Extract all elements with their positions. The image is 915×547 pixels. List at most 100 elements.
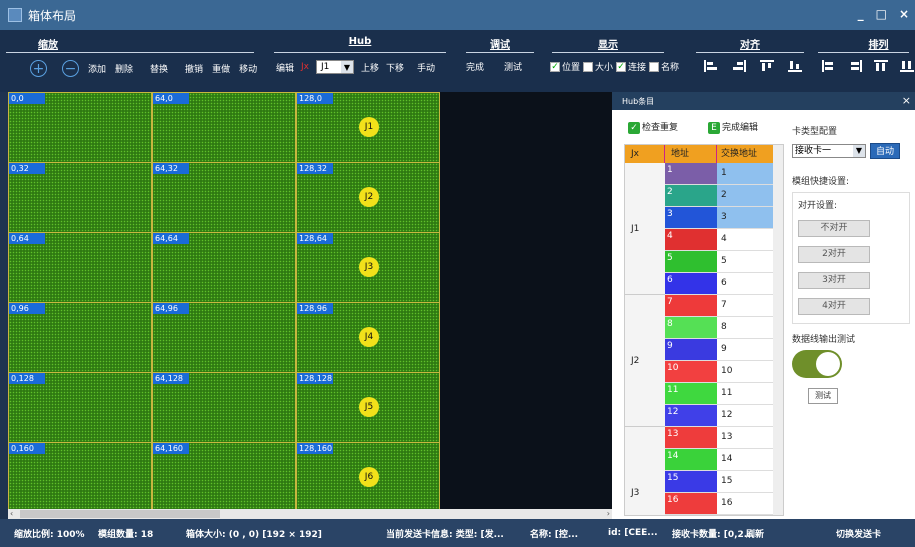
- move-down-button[interactable]: 下移: [386, 61, 404, 74]
- swap-address-cell[interactable]: 9: [717, 339, 773, 361]
- hub-port-marker[interactable]: J3: [359, 257, 379, 277]
- add-button[interactable]: 添加: [88, 62, 106, 75]
- scroll-left-icon[interactable]: ‹: [10, 509, 13, 518]
- address-cell[interactable]: 16: [665, 493, 717, 515]
- align-right-icon[interactable]: [732, 60, 746, 72]
- table-scrollbar[interactable]: [773, 145, 783, 515]
- cabinet[interactable]: 128,128 J5: [296, 372, 440, 444]
- cabinet[interactable]: 64,32: [152, 162, 296, 234]
- arrange-right-icon[interactable]: [848, 60, 862, 72]
- swap-address-cell[interactable]: 8: [717, 317, 773, 339]
- address-cell[interactable]: 12: [665, 405, 717, 427]
- manual-button[interactable]: 手动: [417, 61, 435, 74]
- address-cell[interactable]: 9: [665, 339, 717, 361]
- cabinet[interactable]: 0,0: [8, 92, 152, 164]
- swap-address-cell[interactable]: 16: [717, 493, 773, 515]
- address-cell[interactable]: 11: [665, 383, 717, 405]
- swap-address-cell[interactable]: 10: [717, 361, 773, 383]
- address-cell[interactable]: 4: [665, 229, 717, 251]
- swap-address-cell[interactable]: 11: [717, 383, 773, 405]
- data-test-button[interactable]: 测试: [808, 388, 838, 404]
- swap-address-cell[interactable]: 2: [717, 185, 773, 207]
- move-button[interactable]: 移动: [239, 62, 257, 75]
- cabinet[interactable]: 64,128: [152, 372, 296, 444]
- cabinet[interactable]: 64,64: [152, 232, 296, 304]
- cabinet[interactable]: 0,32: [8, 162, 152, 234]
- hub-port-marker[interactable]: J6: [359, 467, 379, 487]
- cabinet[interactable]: 0,128: [8, 372, 152, 444]
- replace-button[interactable]: 替换: [150, 62, 168, 75]
- address-cell[interactable]: 3: [665, 207, 717, 229]
- hub-select[interactable]: J1 ▼: [316, 60, 354, 74]
- address-cell[interactable]: 8: [665, 317, 717, 339]
- split-4-button[interactable]: 4对开: [798, 298, 870, 315]
- swap-address-cell[interactable]: 6: [717, 273, 773, 295]
- card-type-select[interactable]: 接收卡一 ▼: [792, 144, 866, 158]
- hub-port-marker[interactable]: J1: [359, 117, 379, 137]
- cabinet[interactable]: 64,96: [152, 302, 296, 374]
- align-top-icon[interactable]: [760, 60, 774, 72]
- show-size-checkbox[interactable]: 大小: [583, 60, 613, 73]
- swap-address-cell[interactable]: 14: [717, 449, 773, 471]
- cabinet[interactable]: 0,160: [8, 442, 152, 509]
- scroll-thumb[interactable]: [20, 510, 220, 518]
- minimize-button[interactable]: _: [858, 7, 864, 21]
- swap-address-cell[interactable]: 13: [717, 427, 773, 449]
- zoom-out-icon[interactable]: −: [62, 60, 79, 77]
- cabinet[interactable]: 128,160 J6: [296, 442, 440, 509]
- show-connect-checkbox[interactable]: ✓ 连接: [616, 60, 646, 73]
- arrange-top-icon[interactable]: [874, 60, 888, 72]
- arrange-bottom-icon[interactable]: [900, 60, 914, 72]
- swap-address-cell[interactable]: 12: [717, 405, 773, 427]
- cabinet[interactable]: 64,160: [152, 442, 296, 509]
- move-up-button[interactable]: 上移: [361, 61, 379, 74]
- swap-address-cell[interactable]: 3: [717, 207, 773, 229]
- show-position-checkbox[interactable]: ✓ 位置: [550, 60, 580, 73]
- show-name-checkbox[interactable]: 名称: [649, 60, 679, 73]
- test-button[interactable]: 测试: [504, 60, 522, 73]
- address-cell[interactable]: 5: [665, 251, 717, 273]
- switch-send-card-button[interactable]: 切换发送卡: [836, 527, 881, 540]
- address-cell[interactable]: 6: [665, 273, 717, 295]
- panel-close-icon[interactable]: ×: [902, 94, 911, 107]
- close-button[interactable]: ×: [899, 7, 909, 21]
- swap-address-cell[interactable]: 5: [717, 251, 773, 273]
- data-test-toggle[interactable]: [792, 350, 842, 378]
- align-left-icon[interactable]: [704, 60, 718, 72]
- done-button[interactable]: 完成: [466, 60, 484, 73]
- hub-port-marker[interactable]: J5: [359, 397, 379, 417]
- refresh-button[interactable]: 刷新: [746, 527, 764, 540]
- cabinet[interactable]: 128,32 J2: [296, 162, 440, 234]
- cabinet[interactable]: 64,0: [152, 92, 296, 164]
- arrange-left-icon[interactable]: [822, 60, 836, 72]
- horizontal-scrollbar[interactable]: ‹ ›: [8, 509, 612, 519]
- cabinet[interactable]: 0,96: [8, 302, 152, 374]
- redo-button[interactable]: 重做: [212, 62, 230, 75]
- edit-button[interactable]: 编辑: [276, 61, 294, 74]
- address-cell[interactable]: 15: [665, 471, 717, 493]
- swap-address-cell[interactable]: 15: [717, 471, 773, 493]
- split-2-button[interactable]: 2对开: [798, 246, 870, 263]
- address-cell[interactable]: 7: [665, 295, 717, 317]
- swap-address-cell[interactable]: 1: [717, 163, 773, 185]
- layout-canvas[interactable]: 0,0 64,0 128,0 J1 0,32 64,32 128,32 J2 0,64 64,64…: [8, 92, 612, 509]
- zoom-in-icon[interactable]: +: [30, 60, 47, 77]
- address-cell[interactable]: 14: [665, 449, 717, 471]
- check-duplicate-button[interactable]: ✓ 检查重复: [628, 120, 678, 134]
- address-cell[interactable]: 2: [665, 185, 717, 207]
- cabinet[interactable]: 0,64: [8, 232, 152, 304]
- scroll-right-icon[interactable]: ›: [607, 509, 610, 518]
- cabinet[interactable]: 128,0 J1: [296, 92, 440, 164]
- delete-button[interactable]: 删除: [115, 62, 133, 75]
- swap-address-cell[interactable]: 7: [717, 295, 773, 317]
- address-cell[interactable]: 13: [665, 427, 717, 449]
- undo-button[interactable]: 撤销: [185, 62, 203, 75]
- hub-port-marker[interactable]: J2: [359, 187, 379, 207]
- cabinet[interactable]: 128,96 J4: [296, 302, 440, 374]
- cabinet[interactable]: 128,64 J3: [296, 232, 440, 304]
- address-cell[interactable]: 10: [665, 361, 717, 383]
- address-cell[interactable]: 1: [665, 163, 717, 185]
- maximize-button[interactable]: □: [876, 7, 887, 21]
- swap-address-cell[interactable]: 4: [717, 229, 773, 251]
- auto-button[interactable]: 自动: [870, 143, 900, 159]
